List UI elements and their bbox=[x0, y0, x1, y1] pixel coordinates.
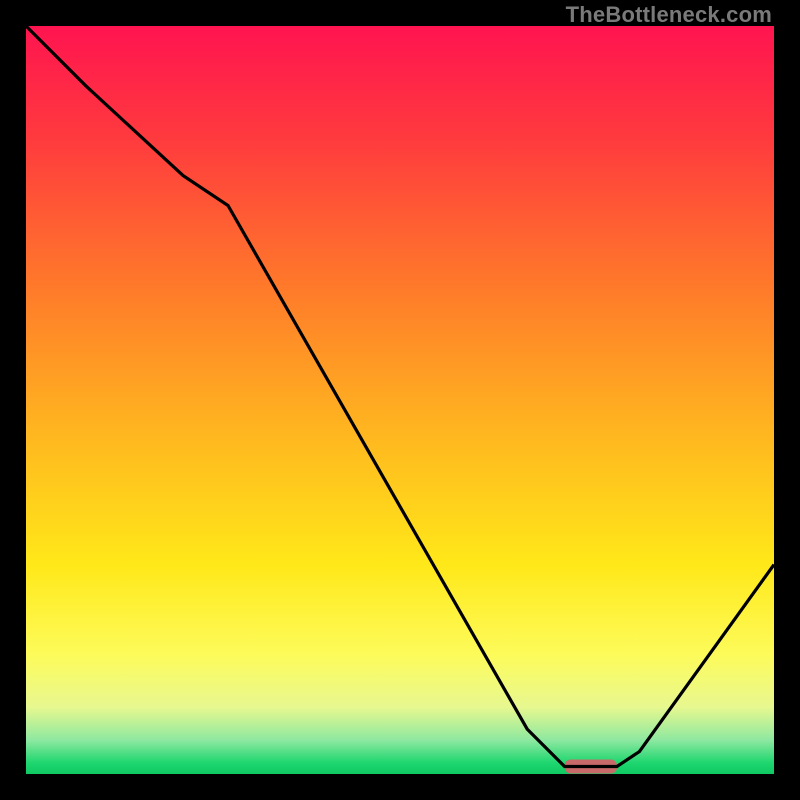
watermark-text: TheBottleneck.com bbox=[566, 2, 772, 28]
gradient-background bbox=[26, 26, 774, 774]
chart-svg bbox=[26, 26, 774, 774]
chart-container bbox=[26, 26, 774, 774]
